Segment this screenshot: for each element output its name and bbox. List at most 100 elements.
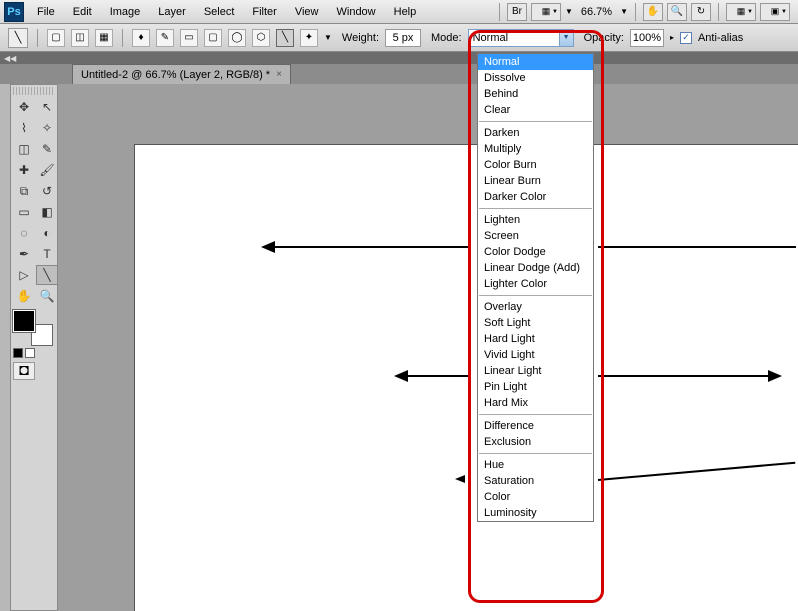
mode-option-dissolve[interactable]: Dissolve <box>478 70 593 86</box>
tool-gradient[interactable]: ◧ <box>36 202 58 222</box>
mode-option-luminosity[interactable]: Luminosity <box>478 505 593 521</box>
arrange-dropdown[interactable]: ▦ <box>726 3 756 21</box>
bridge-button[interactable]: Br <box>507 3 527 21</box>
mode-option-difference[interactable]: Difference <box>478 418 593 434</box>
mode-option-lighten[interactable]: Lighten <box>478 212 593 228</box>
color-swatches[interactable] <box>13 310 57 346</box>
mode-option-saturation[interactable]: Saturation <box>478 473 593 489</box>
tool-lasso[interactable]: ⌇ <box>13 118 35 138</box>
menu-help[interactable]: Help <box>385 2 426 22</box>
tool-pen[interactable]: ✒ <box>13 244 35 264</box>
tool-history-brush[interactable]: ↺ <box>36 181 58 201</box>
menu-filter[interactable]: Filter <box>243 2 285 22</box>
menu-image[interactable]: Image <box>101 2 150 22</box>
mode-select[interactable]: Normal ▼ <box>468 29 574 47</box>
mode-option-linear-dodge-add-[interactable]: Linear Dodge (Add) <box>478 260 593 276</box>
mode-option-linear-burn[interactable]: Linear Burn <box>478 173 593 189</box>
tool-eyedropper[interactable]: ✎ <box>36 139 58 159</box>
mode-option-vivid-light[interactable]: Vivid Light <box>478 347 593 363</box>
custom-shape-icon[interactable]: ✦ <box>300 29 318 47</box>
mode-option-darken[interactable]: Darken <box>478 125 593 141</box>
close-icon[interactable]: × <box>276 69 282 80</box>
pen-icon[interactable]: ♦ <box>132 29 150 47</box>
mode-option-lighter-color[interactable]: Lighter Color <box>478 276 593 292</box>
screenmode-dropdown[interactable]: ▦ <box>531 3 561 21</box>
ellipse-icon[interactable]: ◯ <box>228 29 246 47</box>
tool-magic-wand[interactable]: ✧ <box>36 118 58 138</box>
canvas-stage <box>58 84 798 611</box>
tool-crop[interactable]: ◫ <box>13 139 35 159</box>
mode-option-hue[interactable]: Hue <box>478 457 593 473</box>
mode-option-pin-light[interactable]: Pin Light <box>478 379 593 395</box>
tool-type[interactable]: T <box>36 244 58 264</box>
rectangle-icon[interactable]: ▭ <box>180 29 198 47</box>
menu-select[interactable]: Select <box>195 2 244 22</box>
menu-edit[interactable]: Edit <box>64 2 101 22</box>
tool-stamp[interactable]: ⧉ <box>13 181 35 201</box>
tool-path-select[interactable]: ↖ <box>36 97 58 117</box>
rounded-rect-icon[interactable]: ▢ <box>204 29 222 47</box>
shape-options-chevron-icon[interactable]: ▼ <box>324 33 332 42</box>
paths-button[interactable]: ◫ <box>71 29 89 47</box>
tool-zoom[interactable]: 🔍 <box>36 286 58 306</box>
tool-heal[interactable]: ✚ <box>13 160 35 180</box>
workspace-dropdown[interactable]: ▣ <box>760 3 790 21</box>
mode-option-color-burn[interactable]: Color Burn <box>478 157 593 173</box>
mode-option-behind[interactable]: Behind <box>478 86 593 102</box>
mode-option-soft-light[interactable]: Soft Light <box>478 315 593 331</box>
mode-option-multiply[interactable]: Multiply <box>478 141 593 157</box>
tool-line[interactable]: ╲ <box>36 265 58 285</box>
tool-direct-select[interactable]: ▷ <box>13 265 35 285</box>
antialias-label: Anti-alias <box>698 32 743 44</box>
weight-input[interactable] <box>385 29 421 47</box>
shape-layers-button[interactable]: ▢ <box>47 29 65 47</box>
document-tab[interactable]: Untitled-2 @ 66.7% (Layer 2, RGB/8) * × <box>72 64 291 84</box>
quickmask-button[interactable]: ◘ <box>13 362 35 380</box>
fill-pixels-button[interactable]: ▦ <box>95 29 113 47</box>
tool-blur[interactable]: ◌ <box>13 223 35 243</box>
menu-window[interactable]: Window <box>328 2 385 22</box>
polygon-icon[interactable]: ⬡ <box>252 29 270 47</box>
mode-option-overlay[interactable]: Overlay <box>478 299 593 315</box>
zoom-level[interactable]: 66.7% <box>577 6 616 18</box>
app-logo[interactable]: Ps <box>4 2 24 22</box>
menu-view[interactable]: View <box>286 2 328 22</box>
mode-dropdown[interactable]: NormalDissolveBehindClearDarkenMultiplyC… <box>477 53 594 522</box>
rotate-view-button[interactable]: ↻ <box>691 3 711 21</box>
dropdown-separator <box>479 121 592 122</box>
hand-button[interactable]: ✋ <box>643 3 663 21</box>
document-canvas[interactable] <box>134 144 798 611</box>
tool-brush[interactable]: 🖌 <box>36 160 58 180</box>
freeform-pen-icon[interactable]: ✎ <box>156 29 174 47</box>
workspace: ✥↖⌇✧◫✎✚🖌⧉↺▭◧◌◐✒T▷╲✋🔍 ◘ <box>0 84 798 611</box>
foreground-swatch[interactable] <box>13 310 35 332</box>
mode-option-color-dodge[interactable]: Color Dodge <box>478 244 593 260</box>
opacity-input[interactable] <box>630 29 664 47</box>
mode-option-normal[interactable]: Normal <box>478 54 593 70</box>
zoom-button[interactable]: 🔍 <box>667 3 687 21</box>
panel-grip[interactable] <box>13 87 55 95</box>
menu-layer[interactable]: Layer <box>149 2 195 22</box>
mode-option-color[interactable]: Color <box>478 489 593 505</box>
mode-option-linear-light[interactable]: Linear Light <box>478 363 593 379</box>
mode-option-screen[interactable]: Screen <box>478 228 593 244</box>
weight-label: Weight: <box>342 32 379 44</box>
opacity-flyout-icon[interactable]: ▸ <box>670 33 674 42</box>
mode-option-darker-color[interactable]: Darker Color <box>478 189 593 205</box>
default-colors[interactable] <box>13 348 55 358</box>
menu-file[interactable]: File <box>28 2 64 22</box>
mode-option-hard-light[interactable]: Hard Light <box>478 331 593 347</box>
arrow-left-head-icon <box>455 475 465 483</box>
tool-hand[interactable]: ✋ <box>13 286 35 306</box>
line-shape-icon[interactable]: ╲ <box>276 29 294 47</box>
dropdown-separator <box>479 295 592 296</box>
antialias-checkbox[interactable]: ✓ <box>680 32 692 44</box>
mode-option-exclusion[interactable]: Exclusion <box>478 434 593 450</box>
collapse-icon[interactable]: ◀◀ <box>4 54 16 63</box>
tool-move[interactable]: ✥ <box>13 97 35 117</box>
mode-option-clear[interactable]: Clear <box>478 102 593 118</box>
tool-dodge[interactable]: ◐ <box>36 223 58 243</box>
tool-eraser[interactable]: ▭ <box>13 202 35 222</box>
mode-option-hard-mix[interactable]: Hard Mix <box>478 395 593 411</box>
active-tool-indicator[interactable]: ╲ <box>8 28 28 48</box>
